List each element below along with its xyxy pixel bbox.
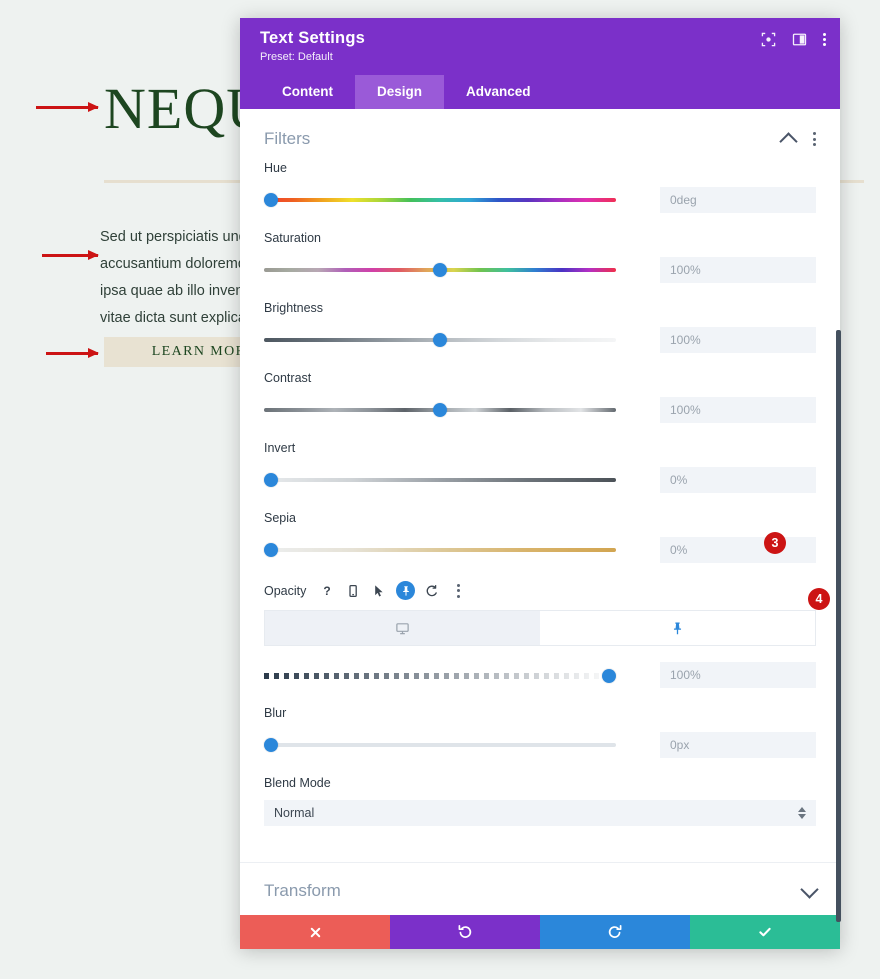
help-icon[interactable]: ? [318, 582, 336, 600]
transform-label: Transform [264, 881, 341, 900]
modal-body: Filters Hue 0deg Saturation 100% Brightn… [240, 109, 840, 915]
blur-value-input[interactable]: 0px [660, 732, 816, 758]
select-arrows-icon [798, 807, 806, 819]
check-icon [759, 927, 771, 937]
blur-track [264, 743, 616, 747]
reset-icon[interactable] [423, 582, 441, 600]
control-sepia: Sepia 0% [240, 511, 840, 563]
more-options-icon[interactable] [449, 582, 467, 600]
save-button[interactable] [690, 915, 840, 949]
sepia-track [264, 548, 616, 552]
opacity-slider[interactable] [264, 668, 616, 683]
cancel-button[interactable] [240, 915, 390, 949]
control-blur: Blur 0px [240, 706, 840, 758]
opacity-value-input[interactable]: 100% [660, 662, 816, 688]
opacity-control-header: Opacity ? [240, 581, 840, 600]
sepia-label: Sepia [264, 511, 296, 525]
annotation-arrow-button [46, 348, 99, 358]
close-icon [310, 927, 320, 937]
hue-slider[interactable] [264, 193, 616, 207]
control-contrast: Contrast 100% [240, 371, 840, 423]
desktop-state-tab[interactable] [265, 611, 540, 645]
control-saturation: Saturation 100% [240, 231, 840, 283]
blur-knob[interactable] [264, 738, 278, 752]
modal-tabs: Content Design Advanced [260, 75, 820, 109]
responsive-icon[interactable] [344, 582, 362, 600]
sticky-state-tab[interactable] [540, 611, 815, 645]
opacity-state-tabs [264, 610, 816, 646]
contrast-knob[interactable] [433, 403, 447, 417]
sepia-knob[interactable] [264, 543, 278, 557]
modal-scrollbar[interactable] [836, 330, 841, 922]
annotation-badge-3: 3 [764, 532, 786, 554]
sepia-value-input[interactable]: 0% [660, 537, 816, 563]
sepia-slider[interactable] [264, 543, 616, 557]
control-opacity: 100% [240, 662, 840, 688]
more-options-icon[interactable] [823, 33, 826, 46]
filters-section-header: Filters [240, 109, 840, 161]
modal-header-icons [761, 32, 826, 47]
split-view-icon[interactable] [792, 32, 807, 47]
hue-knob[interactable] [264, 193, 278, 207]
control-brightness: Brightness 100% [240, 301, 840, 353]
hue-value-input[interactable]: 0deg [660, 187, 816, 213]
filters-section-title: Filters [264, 129, 311, 148]
modal-title: Text Settings [260, 29, 365, 47]
saturation-label: Saturation [264, 231, 321, 245]
undo-button[interactable] [390, 915, 540, 949]
opacity-label: Opacity [264, 583, 307, 598]
svg-text:?: ? [324, 584, 331, 598]
filters-more-options-icon[interactable] [813, 132, 816, 146]
control-invert: Invert 0% [240, 441, 840, 493]
sticky-pin-icon[interactable] [396, 581, 416, 600]
invert-label: Invert [264, 441, 296, 455]
blur-slider[interactable] [264, 738, 616, 752]
saturation-value-input[interactable]: 100% [660, 257, 816, 283]
invert-slider[interactable] [264, 473, 616, 487]
blend-mode-label: Blend Mode [264, 776, 331, 790]
redo-button[interactable] [540, 915, 690, 949]
opacity-knob[interactable] [602, 668, 616, 683]
hue-track [264, 198, 616, 202]
chevron-down-icon[interactable] [800, 879, 819, 899]
contrast-slider[interactable] [264, 403, 616, 417]
undo-icon [458, 924, 472, 938]
contrast-label: Contrast [264, 371, 312, 385]
modal-preset[interactable]: Preset: Default [260, 51, 820, 63]
tab-design[interactable]: Design [355, 75, 445, 109]
blur-label: Blur [264, 706, 287, 720]
control-hue: Hue 0deg [240, 161, 840, 213]
invert-value-input[interactable]: 0% [660, 467, 816, 493]
transform-accordion[interactable]: Transform [240, 862, 840, 915]
collapse-filters-icon[interactable] [779, 131, 798, 151]
opacity-track [264, 672, 616, 679]
text-settings-modal: Text Settings Preset: Default Content De… [240, 18, 840, 949]
focus-mode-icon[interactable] [761, 32, 776, 47]
saturation-knob[interactable] [433, 263, 447, 277]
brightness-label: Brightness [264, 301, 324, 315]
saturation-slider[interactable] [264, 263, 616, 277]
redo-icon [608, 924, 622, 938]
invert-track [264, 478, 616, 482]
modal-footer [240, 915, 840, 949]
tab-content[interactable]: Content [260, 75, 355, 109]
brightness-value-input[interactable]: 100% [660, 327, 816, 353]
modal-header: Text Settings Preset: Default Content De… [240, 18, 840, 109]
brightness-slider[interactable] [264, 333, 616, 347]
brightness-knob[interactable] [433, 333, 447, 347]
blend-mode-select[interactable]: Normal [264, 800, 816, 826]
annotation-arrow-heading [36, 102, 99, 112]
hue-label: Hue [264, 161, 287, 175]
hover-cursor-icon[interactable] [370, 582, 388, 600]
blend-mode-value: Normal [274, 806, 315, 820]
tab-advanced[interactable]: Advanced [444, 75, 553, 109]
invert-knob[interactable] [264, 473, 278, 487]
annotation-arrow-paragraph [42, 250, 99, 260]
annotation-badge-4: 4 [808, 588, 830, 610]
contrast-value-input[interactable]: 100% [660, 397, 816, 423]
